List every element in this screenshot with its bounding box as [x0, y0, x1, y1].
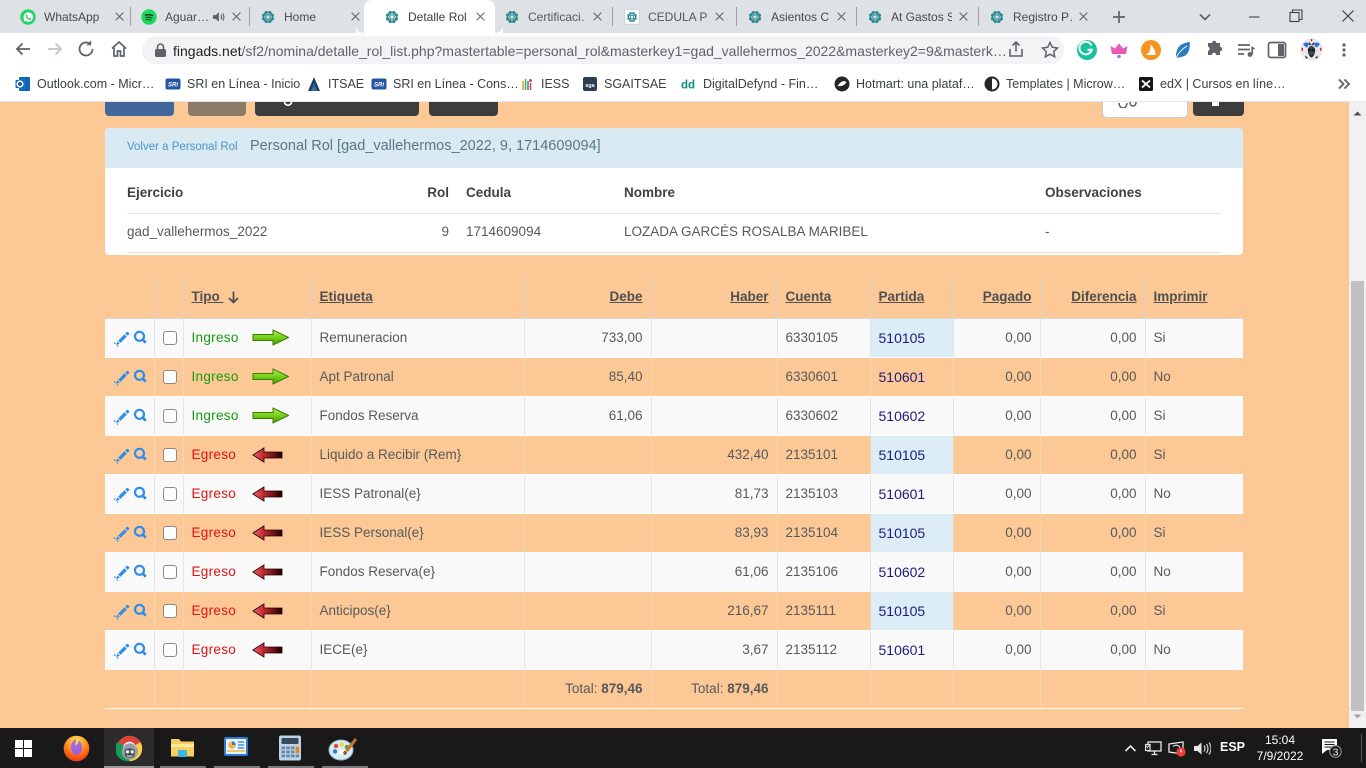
- svg-text:SRi: SRi: [374, 82, 384, 88]
- svg-text:sga: sga: [585, 82, 595, 88]
- svg-text:dd: dd: [681, 79, 695, 91]
- svg-text:SRi: SRi: [168, 82, 178, 88]
- svg-text:3: 3: [1333, 747, 1339, 759]
